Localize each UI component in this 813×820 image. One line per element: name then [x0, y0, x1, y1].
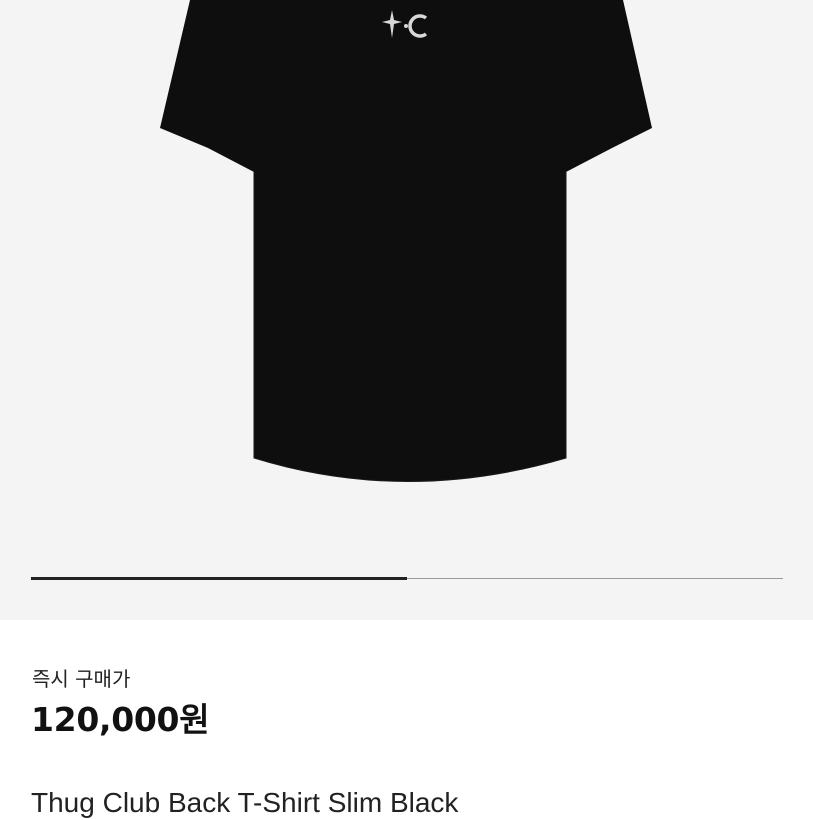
gallery-progress-track — [31, 577, 783, 580]
product-image-gallery[interactable] — [0, 0, 813, 620]
instant-buy-price: 120,000원 — [31, 700, 210, 739]
product-info: 즉시 구매가 120,000원 Thug Club Back T-Shirt S… — [0, 620, 813, 818]
gallery-progress-fill — [31, 577, 407, 580]
instant-buy-price-label: 즉시 구매가 — [32, 667, 131, 691]
product-name: Thug Club Back T-Shirt Slim Black — [31, 787, 459, 818]
tshirt-body — [160, 0, 652, 482]
product-image[interactable] — [0, 0, 813, 560]
